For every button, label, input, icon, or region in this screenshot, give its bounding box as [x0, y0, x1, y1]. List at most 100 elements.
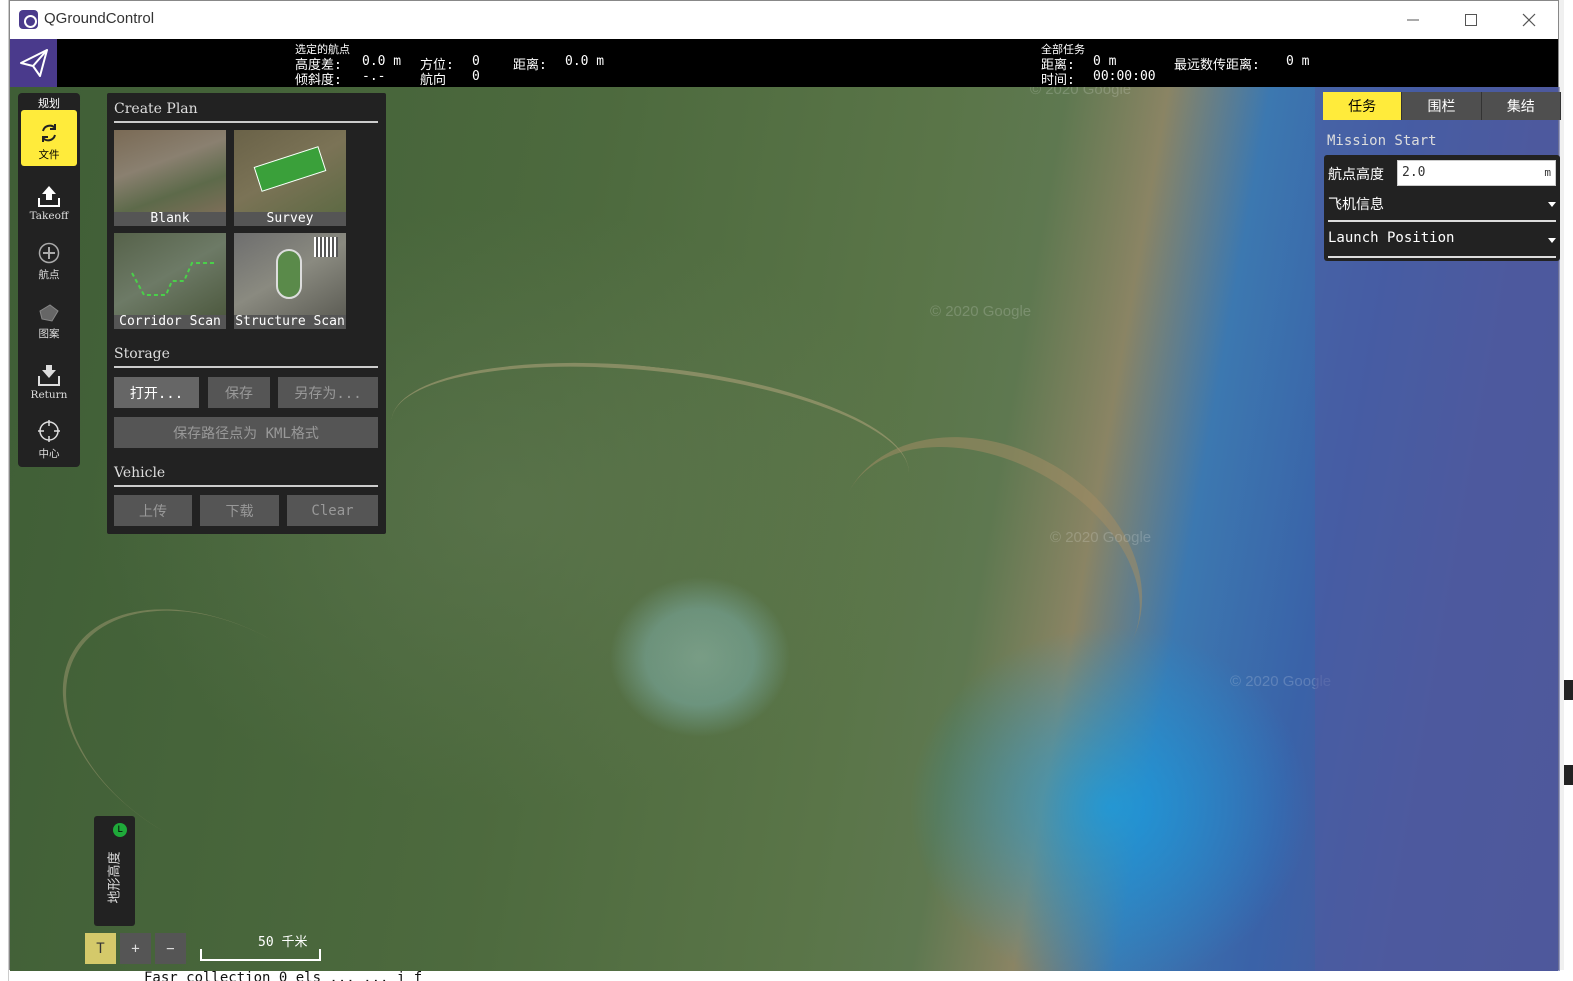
sync-icon — [42, 124, 56, 142]
tab-rally[interactable]: 集结 — [1481, 92, 1561, 120]
terrain-height-label: 地形高度 — [107, 851, 123, 904]
save-as-button[interactable]: 另存为... — [278, 377, 378, 408]
azimuth-value: 0 — [472, 54, 480, 69]
plan-tool-strip: 规划 文件 Takeoff 航点 图案 Return 中心 — [18, 93, 80, 467]
tool-file-label: 文件 — [38, 149, 60, 161]
waypoint-altitude-label: 航点高度 — [1328, 167, 1384, 183]
tab-geofence[interactable]: 围栏 — [1402, 92, 1482, 120]
tool-takeoff-button[interactable]: Takeoff — [21, 170, 77, 226]
total-distance-value: 0 m — [1093, 54, 1117, 69]
background-terminal-text: Fasr collection 0 els ... ... i f — [144, 970, 423, 981]
gradient-label: 倾斜度: — [295, 73, 342, 88]
zoom-out-button[interactable]: − — [155, 933, 186, 964]
section-divider — [114, 485, 378, 487]
background-terminal-strip: Fasr collection 0 els ... ... i f — [9, 970, 1564, 981]
tool-center-button[interactable]: 中心 — [21, 409, 77, 465]
window-title: QGroundControl — [44, 10, 155, 27]
download-button[interactable]: 下载 — [200, 495, 279, 526]
max-telemetry-label: 最远数传距离: — [1174, 58, 1260, 73]
time-value: 00:00:00 — [1093, 69, 1156, 84]
distance-value: 0.0 m — [565, 54, 605, 69]
upload-button[interactable]: 上传 — [114, 495, 192, 526]
mission-editor-panel: 任务 围栏 集结 Mission Start 航点高度 2.0 m 飞机信息 L… — [1315, 87, 1561, 971]
minimize-icon — [1407, 19, 1419, 21]
zoom-in-button[interactable]: + — [120, 933, 151, 964]
plan-view-button[interactable] — [10, 39, 57, 87]
save-kml-button[interactable]: 保存路径点为 KML格式 — [114, 417, 378, 448]
section-divider — [114, 366, 378, 368]
tool-takeoff-label: Takeoff — [29, 210, 69, 222]
template-corridor-scan-label: Corridor Scan — [114, 315, 226, 329]
chevron-down-icon — [1548, 202, 1556, 207]
template-structure-scan-label: Structure Scan — [234, 314, 346, 329]
terrain-toggle-button[interactable]: T — [85, 933, 116, 964]
heading-label: 航向 — [420, 73, 447, 88]
paper-plane-icon — [19, 49, 48, 77]
tool-pattern-label: 图案 — [38, 328, 60, 340]
add-waypoint-icon — [38, 242, 60, 264]
max-telemetry-value: 0 m — [1286, 54, 1310, 69]
pattern-icon — [39, 304, 59, 322]
plan-toolbar: 选定的航点 高度差: 0.0 m 方位: 0 距离: 0.0 m 倾斜度: -.… — [10, 39, 1558, 88]
launch-position-dropdown[interactable]: Launch Position — [1328, 230, 1556, 258]
waypoint-altitude-input[interactable]: 2.0 m — [1397, 160, 1556, 186]
map-scale-label: 50 千米 — [258, 935, 308, 950]
tool-waypoint-button[interactable]: 航点 — [21, 230, 77, 286]
heading-value: 0 — [472, 69, 480, 84]
save-plan-button[interactable]: 保存 — [208, 377, 270, 408]
time-label: 时间: — [1041, 73, 1075, 88]
title-bar[interactable]: QGroundControl — [10, 1, 1558, 39]
template-corridor-scan-image — [114, 233, 226, 315]
crosshair-icon — [38, 420, 60, 442]
maximize-button[interactable] — [1451, 7, 1491, 33]
tool-waypoint-label: 航点 — [38, 269, 60, 281]
tool-return-label: Return — [30, 389, 68, 401]
close-icon — [1522, 13, 1536, 27]
vehicle-info-dropdown[interactable]: 飞机信息 — [1328, 194, 1556, 222]
map-watermark: © 2020 Google — [1050, 529, 1152, 546]
launch-position-label: Launch Position — [1328, 230, 1455, 246]
close-button[interactable] — [1509, 7, 1549, 33]
tool-return-button[interactable]: Return — [21, 349, 77, 405]
create-plan-panel: Create Plan Blank Survey Corridor Scan S… — [107, 93, 386, 534]
template-blank-label: Blank — [114, 212, 226, 226]
storage-title: Storage — [114, 346, 170, 362]
template-survey[interactable]: Survey — [234, 130, 346, 226]
qgc-window: QGroundControl 选定的航点 高度差: 0.0 m 方位: 0 距离… — [9, 0, 1561, 971]
mission-start-box: 航点高度 2.0 m 飞机信息 Launch Position — [1324, 155, 1560, 261]
terrain-status-indicator: L — [113, 823, 127, 837]
create-plan-title: Create Plan — [114, 101, 198, 117]
template-blank-image — [114, 130, 226, 212]
template-structure-scan-image — [234, 233, 346, 315]
mission-tabs: 任务 围栏 集结 — [1323, 92, 1561, 120]
template-structure-scan[interactable]: Structure Scan — [234, 233, 346, 329]
vehicle-info-label: 飞机信息 — [1328, 197, 1384, 213]
maximize-icon — [1465, 14, 1477, 26]
tab-mission[interactable]: 任务 — [1323, 92, 1403, 120]
alt-diff-value: 0.0 m — [362, 54, 402, 69]
tool-file-button[interactable]: 文件 — [21, 110, 77, 166]
section-divider — [114, 121, 378, 123]
minimize-button[interactable] — [1393, 7, 1433, 33]
template-survey-image — [234, 130, 346, 212]
vehicle-title: Vehicle — [114, 465, 166, 481]
terrain-panel[interactable]: L 地形高度 — [94, 816, 135, 926]
open-plan-button[interactable]: 打开... — [114, 377, 199, 408]
template-survey-label: Survey — [234, 212, 346, 226]
gradient-value: -.- — [362, 69, 386, 84]
map-watermark: © 2020 Google — [1030, 87, 1132, 98]
template-blank[interactable]: Blank — [114, 130, 226, 226]
takeoff-icon — [38, 186, 60, 207]
tool-pattern-button[interactable]: 图案 — [21, 289, 77, 345]
return-icon — [38, 365, 60, 386]
tool-center-label: 中心 — [38, 448, 60, 460]
distance-label: 距离: — [513, 58, 547, 73]
waypoint-altitude-value: 2.0 — [1402, 165, 1426, 180]
map-watermark: © 2020 Google — [930, 303, 1032, 320]
app-logo-icon — [19, 10, 38, 29]
background-window-left-edge — [0, 0, 9, 981]
tool-strip-header: 规划 — [38, 97, 60, 110]
chevron-down-icon — [1548, 238, 1556, 243]
clear-button[interactable]: Clear — [287, 495, 378, 526]
template-corridor-scan[interactable]: Corridor Scan — [114, 233, 226, 329]
